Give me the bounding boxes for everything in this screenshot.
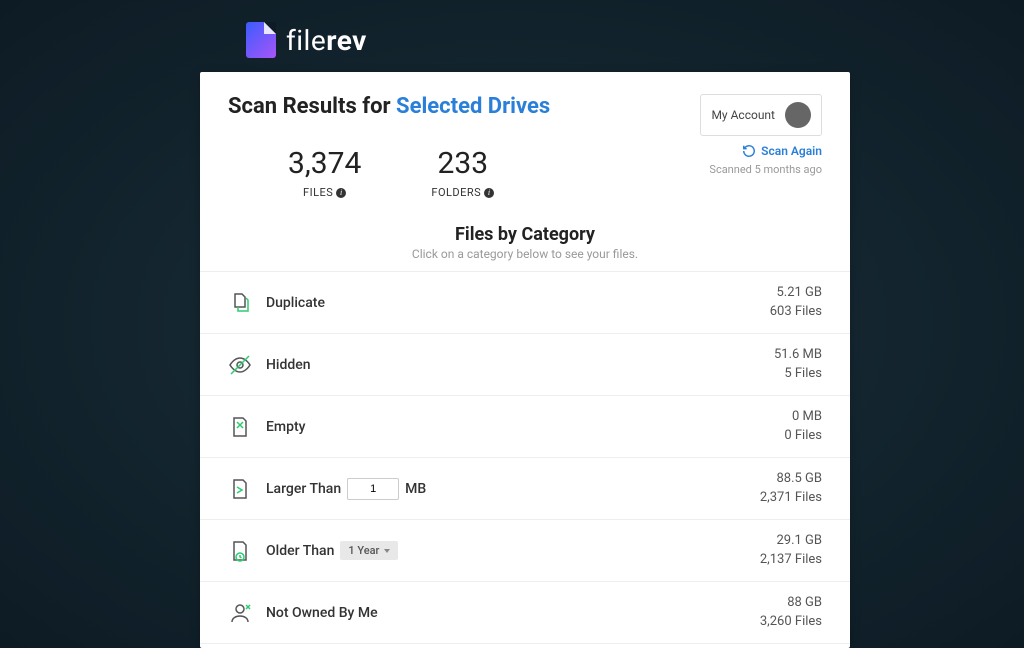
- category-label: Larger Than MB: [266, 478, 760, 500]
- category-larger-than[interactable]: Larger Than MB 88.5 GB2,371 Files: [200, 458, 850, 520]
- category-label: Duplicate: [266, 295, 770, 311]
- larger-icon: [228, 477, 252, 501]
- refresh-icon: [742, 144, 756, 158]
- section-subtitle: Click on a category below to see your fi…: [228, 247, 822, 261]
- category-not-owned[interactable]: Not Owned By Me 88 GB3,260 Files: [200, 582, 850, 644]
- account-label: My Account: [711, 108, 775, 122]
- brand-logo: filerev: [246, 22, 367, 58]
- panel-header: Scan Results for Selected Drives My Acco…: [228, 94, 822, 136]
- category-meta: 88 GB3,260 Files: [760, 594, 822, 630]
- info-icon[interactable]: i: [336, 188, 346, 198]
- page-title: Scan Results for Selected Drives: [228, 94, 550, 119]
- section-title: Files by Category: [228, 224, 822, 245]
- logo-icon: [246, 22, 276, 58]
- category-meta: 5.21 GB603 Files: [770, 284, 822, 320]
- category-meta: 0 MB0 Files: [784, 408, 822, 444]
- empty-icon: [228, 415, 252, 439]
- category-duplicate[interactable]: Duplicate 5.21 GB603 Files: [200, 272, 850, 334]
- category-label: Hidden: [266, 357, 774, 373]
- section-header: Files by Category Click on a category be…: [228, 224, 822, 261]
- logo-text: filerev: [286, 24, 367, 57]
- selected-drives-link[interactable]: Selected Drives: [396, 94, 550, 119]
- category-older-than[interactable]: Older Than 1 Year 29.1 GB2,137 Files: [200, 520, 850, 582]
- info-icon[interactable]: i: [484, 188, 494, 198]
- category-meta: 88.5 GB2,371 Files: [760, 470, 822, 506]
- category-meta: 29.1 GB2,137 Files: [760, 532, 822, 568]
- older-than-dropdown[interactable]: 1 Year: [340, 541, 398, 560]
- category-meta: 51.6 MB5 Files: [774, 346, 822, 382]
- category-label: Empty: [266, 419, 784, 435]
- results-panel: Scan Results for Selected Drives My Acco…: [200, 72, 850, 648]
- larger-than-input[interactable]: [347, 478, 399, 500]
- hidden-icon: [228, 353, 252, 377]
- scan-again-button[interactable]: Scan Again: [742, 144, 822, 158]
- stat-folders[interactable]: 233 FOLDERS i: [431, 146, 494, 200]
- stat-files[interactable]: 3,374 FILES i: [288, 146, 361, 200]
- avatar: [785, 102, 811, 128]
- older-icon: [228, 539, 252, 563]
- category-hidden[interactable]: Hidden 51.6 MB5 Files: [200, 334, 850, 396]
- duplicate-icon: [228, 291, 252, 315]
- category-label: Not Owned By Me: [266, 605, 760, 621]
- my-account-button[interactable]: My Account: [700, 94, 822, 136]
- category-label: Older Than 1 Year: [266, 541, 760, 560]
- user-icon: [228, 601, 252, 625]
- category-empty[interactable]: Empty 0 MB0 Files: [200, 396, 850, 458]
- category-list: Duplicate 5.21 GB603 Files Hidden 51.6 M…: [200, 271, 850, 644]
- size-unit: MB: [405, 481, 426, 497]
